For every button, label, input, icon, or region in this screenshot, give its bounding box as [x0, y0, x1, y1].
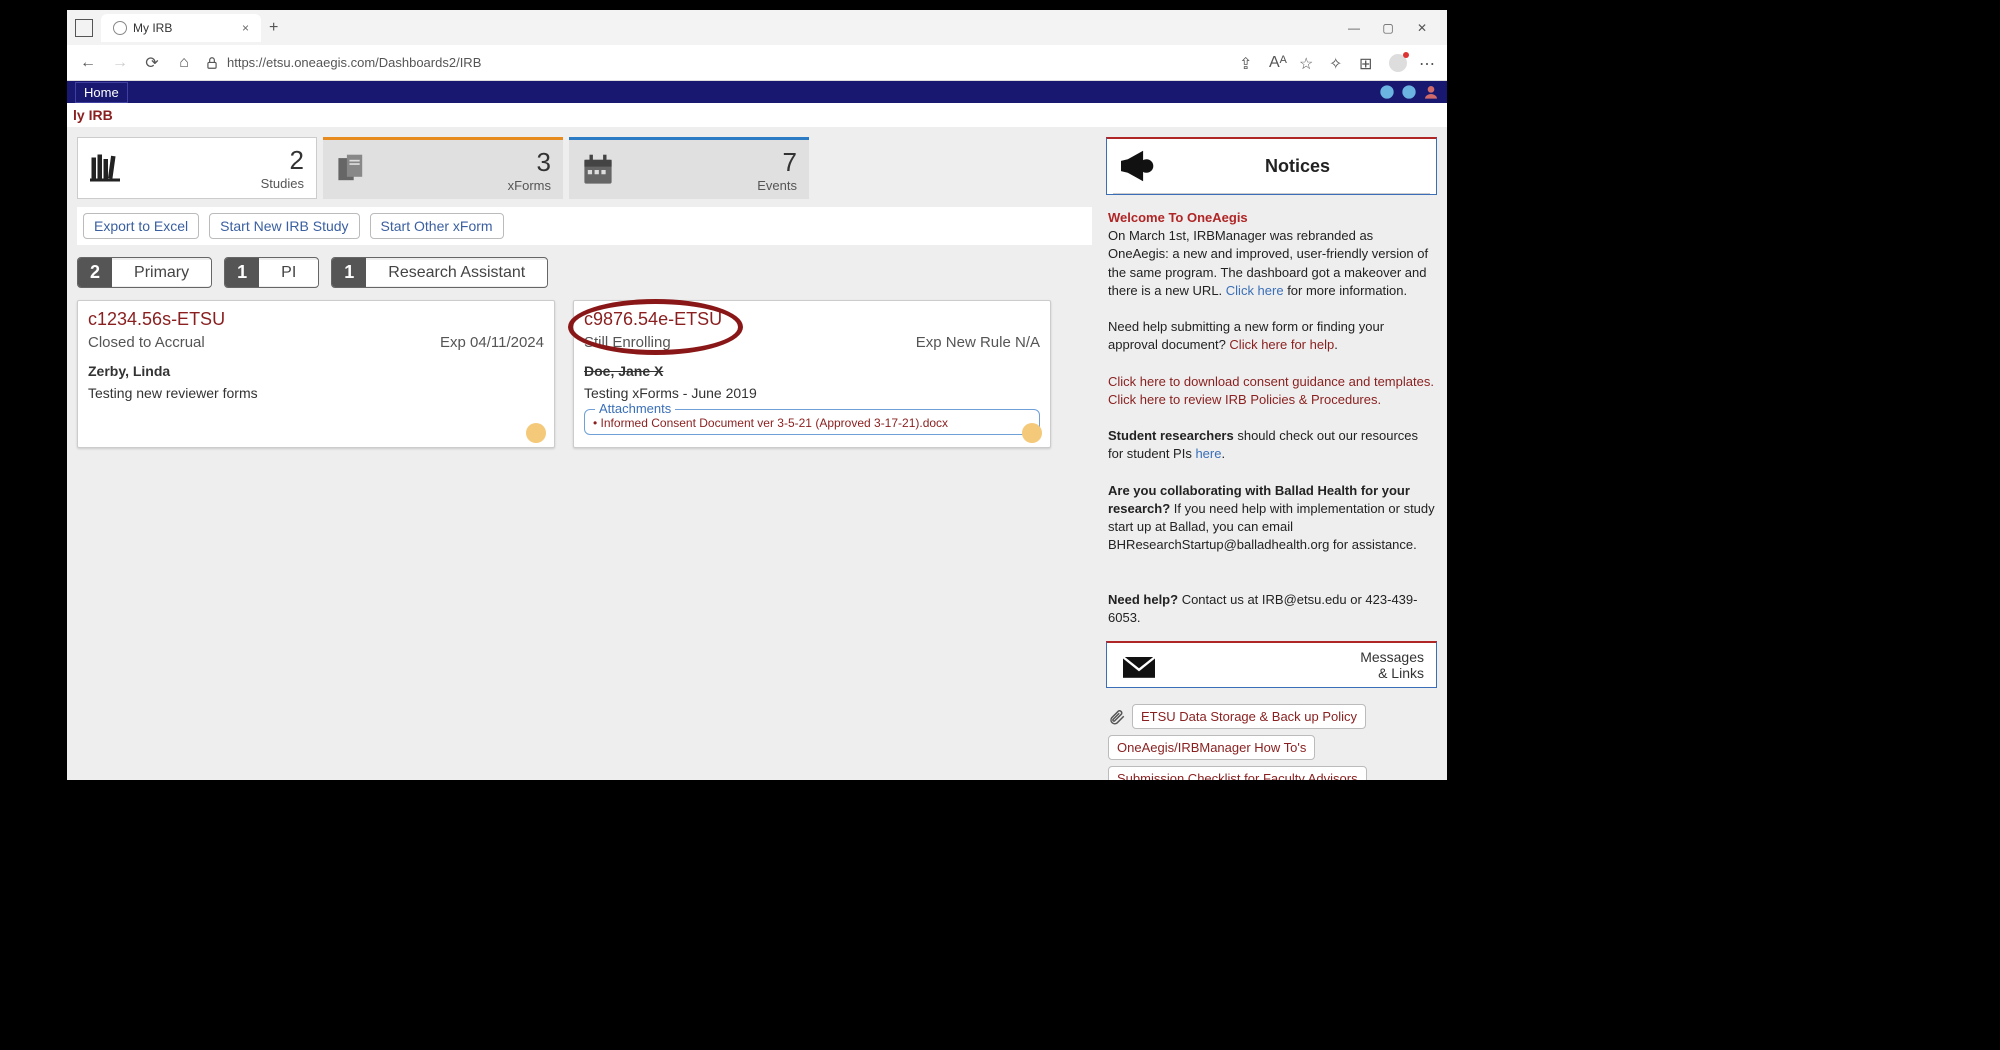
- filter-research-assistant[interactable]: 1Research Assistant: [331, 257, 548, 288]
- filter-pi[interactable]: 1PI: [224, 257, 319, 288]
- messages-heading-2: & Links: [1360, 665, 1424, 681]
- notices-panel: Notices: [1106, 137, 1437, 195]
- text-size-icon[interactable]: Aᴬ: [1269, 54, 1287, 72]
- tab-xforms[interactable]: 3xForms: [323, 137, 563, 199]
- welcome-title: Welcome To OneAegis: [1108, 210, 1248, 225]
- study-title: Testing new reviewer forms: [88, 385, 544, 401]
- notices-body: Welcome To OneAegis On March 1st, IRBMan…: [1106, 205, 1437, 631]
- user-icon[interactable]: [1423, 84, 1439, 100]
- link-checklist-faculty[interactable]: Submission Checklist for Faculty Advisor…: [1108, 766, 1367, 780]
- messages-links: ETSU Data Storage & Back up Policy OneAe…: [1106, 698, 1437, 780]
- study-exp: Exp New Rule N/A: [916, 334, 1040, 351]
- avatar-icon: [526, 423, 546, 443]
- help-icon[interactable]: [1401, 84, 1417, 100]
- filter-row: 2Primary 1PI 1Research Assistant: [77, 253, 1092, 292]
- help-link[interactable]: Click here for help: [1229, 337, 1334, 352]
- back-button[interactable]: ←: [77, 52, 99, 74]
- content-area: 2Studies 3xForms 7Events Export to Excel…: [67, 127, 1447, 780]
- tab-events[interactable]: 7Events: [569, 137, 809, 199]
- xforms-count: 3: [508, 147, 551, 178]
- link-data-storage[interactable]: ETSU Data Storage & Back up Policy: [1132, 704, 1366, 729]
- study-id[interactable]: c9876.54e-ETSU: [584, 309, 1040, 330]
- profile-icon[interactable]: [1389, 54, 1407, 72]
- more-icon[interactable]: ⋯: [1419, 54, 1437, 72]
- studies-icon: [90, 153, 126, 183]
- study-id[interactable]: c1234.56s-ETSU: [88, 309, 544, 330]
- study-title: Testing xForms - June 2019: [584, 385, 1040, 401]
- url-box[interactable]: https://etsu.oneaegis.com/Dashboards2/IR…: [205, 55, 1229, 70]
- tab-title: My IRB: [133, 21, 172, 35]
- browser-tab[interactable]: My IRB ×: [101, 14, 261, 42]
- attachments-box: Attachments Informed Consent Document ve…: [584, 409, 1040, 435]
- close-button[interactable]: ✕: [1407, 18, 1437, 38]
- summary-tabs: 2Studies 3xForms 7Events: [77, 137, 1092, 199]
- toolbar-icons: ⇪ Aᴬ ☆ ✧ ⊞ ⋯: [1239, 54, 1437, 72]
- study-card-2[interactable]: c9876.54e-ETSU Still Enrolling Exp New R…: [573, 300, 1051, 448]
- start-irb-study-button[interactable]: Start New IRB Study: [209, 213, 359, 239]
- minimize-button[interactable]: —: [1339, 18, 1369, 38]
- events-count: 7: [757, 147, 797, 178]
- maximize-button[interactable]: ▢: [1373, 18, 1403, 38]
- favorites-bar-icon[interactable]: ✧: [1329, 54, 1347, 72]
- window-controls: — ▢ ✕: [1339, 18, 1447, 38]
- new-tab-button[interactable]: +: [269, 19, 278, 37]
- policies-link[interactable]: Click here to review IRB Policies & Proc…: [1108, 392, 1381, 407]
- app-header: Home: [67, 81, 1447, 103]
- favorite-icon[interactable]: ☆: [1299, 54, 1317, 72]
- study-exp: Exp 04/11/2024: [440, 334, 544, 351]
- filter-primary[interactable]: 2Primary: [77, 257, 212, 288]
- consent-link[interactable]: Click here to download consent guidance …: [1108, 374, 1434, 389]
- export-excel-button[interactable]: Export to Excel: [83, 213, 199, 239]
- study-status: Closed to Accrual: [88, 334, 205, 351]
- attachments-legend: Attachments: [595, 401, 675, 416]
- url-text: https://etsu.oneaegis.com/Dashboards2/IR…: [227, 55, 481, 70]
- student-here-link[interactable]: here: [1195, 446, 1221, 461]
- welcome-link[interactable]: Click here: [1226, 283, 1284, 298]
- refresh-button[interactable]: ⟳: [141, 52, 163, 74]
- forward-button[interactable]: →: [109, 52, 131, 74]
- main-column: 2Studies 3xForms 7Events Export to Excel…: [67, 127, 1102, 780]
- messages-panel: Messages & Links: [1106, 641, 1437, 688]
- study-cards: c1234.56s-ETSU Closed to Accrual Exp 04/…: [77, 300, 1092, 448]
- favicon-icon: [113, 21, 127, 35]
- study-pi: Zerby, Linda: [88, 363, 544, 379]
- megaphone-icon: [1117, 149, 1159, 183]
- tab-strip: My IRB × + — ▢ ✕: [67, 10, 1447, 45]
- action-row: Export to Excel Start New IRB Study Star…: [77, 207, 1092, 245]
- side-column: Notices Welcome To OneAegis On March 1st…: [1102, 127, 1447, 780]
- browser-window: My IRB × + — ▢ ✕ ← → ⟳ ⌂ https://etsu.on…: [67, 10, 1447, 780]
- read-aloud-icon[interactable]: ⇪: [1239, 54, 1257, 72]
- start-other-xform-button[interactable]: Start Other xForm: [370, 213, 504, 239]
- study-status: Still Enrolling: [584, 334, 671, 351]
- collections-icon[interactable]: ⊞: [1359, 54, 1377, 72]
- study-card-1[interactable]: c1234.56s-ETSU Closed to Accrual Exp 04/…: [77, 300, 555, 448]
- home-nav[interactable]: Home: [75, 82, 128, 103]
- events-icon: [581, 153, 615, 187]
- study-pi: Doe, Jane X: [584, 363, 1040, 379]
- home-button[interactable]: ⌂: [173, 52, 195, 74]
- studies-label: Studies: [261, 176, 304, 191]
- tab-actions-icon[interactable]: [75, 19, 93, 37]
- paperclip-icon: [1108, 708, 1126, 726]
- close-tab-icon[interactable]: ×: [242, 21, 249, 35]
- attachment-item[interactable]: Informed Consent Document ver 3-5-21 (Ap…: [593, 416, 1031, 430]
- xforms-icon: [335, 153, 369, 187]
- avatar-icon: [1022, 423, 1042, 443]
- xforms-label: xForms: [508, 178, 551, 193]
- support-icon[interactable]: [1379, 84, 1395, 100]
- brand-label: ly IRB: [67, 103, 1447, 127]
- events-label: Events: [757, 178, 797, 193]
- address-bar: ← → ⟳ ⌂ https://etsu.oneaegis.com/Dashbo…: [67, 45, 1447, 81]
- envelope-icon: [1119, 649, 1159, 681]
- messages-heading-1: Messages: [1360, 649, 1424, 665]
- notices-heading: Notices: [1169, 156, 1426, 177]
- studies-count: 2: [261, 145, 304, 176]
- lock-icon: [205, 56, 219, 70]
- link-howtos[interactable]: OneAegis/IRBManager How To's: [1108, 735, 1315, 760]
- tab-studies[interactable]: 2Studies: [77, 137, 317, 199]
